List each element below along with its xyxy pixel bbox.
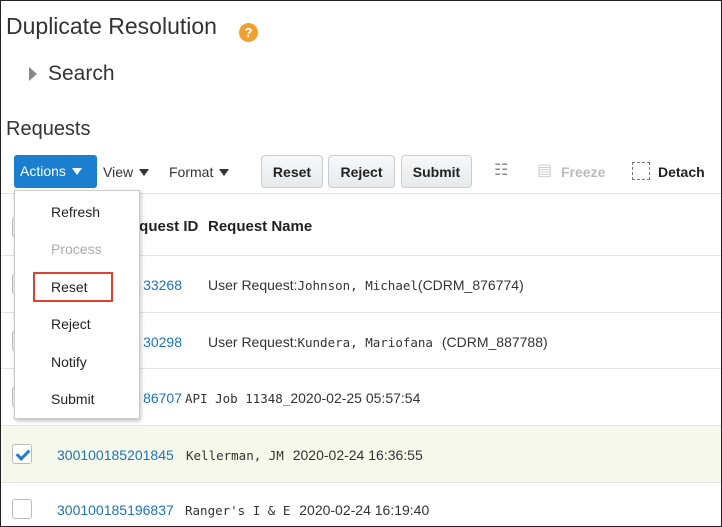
request-name: Johnson, Michael <box>297 278 418 293</box>
submit-button[interactable]: Submit <box>401 155 472 188</box>
section-title: Requests <box>6 118 91 140</box>
detach-button[interactable]: Detach <box>658 164 705 180</box>
freeze-button: Freeze <box>561 164 606 180</box>
actions-dropdown-menu: Refresh Process Reset Reject Notify Subm… <box>14 190 140 419</box>
search-section-toggle[interactable]: Search <box>48 62 115 86</box>
row-checkbox[interactable] <box>12 499 32 519</box>
format-label: Format <box>169 164 214 180</box>
chevron-down-icon <box>139 169 150 176</box>
menu-item-notify[interactable]: Notify <box>51 354 87 370</box>
column-header-name[interactable]: Request Name <box>208 218 312 235</box>
request-date: 2020-02-24 16:36:55 <box>292 447 423 463</box>
row-checkbox[interactable] <box>12 444 32 464</box>
view-menu[interactable]: View <box>103 164 150 180</box>
table-row[interactable]: 300100185201845 Kellerman, JM 2020-02-24… <box>0 425 722 482</box>
request-code: (CDRM_876774) <box>417 277 524 293</box>
request-name: API Job 11348_ <box>185 391 291 406</box>
reject-button[interactable]: Reject <box>328 155 395 188</box>
chevron-down-icon <box>219 169 230 176</box>
request-prefix: User Request: <box>208 277 298 293</box>
query-by-example-icon[interactable]: ☷ <box>494 160 508 180</box>
menu-item-refresh[interactable]: Refresh <box>51 204 100 220</box>
table-row[interactable]: 300100185196837 Ranger's I & E 2020-02-2… <box>0 482 722 527</box>
actions-label: Actions <box>20 163 66 179</box>
request-code: (CDRM_887788) <box>441 334 548 350</box>
request-prefix: User Request: <box>208 334 298 350</box>
request-date: 2020-02-25 05:57:54 <box>290 390 421 406</box>
format-menu[interactable]: Format <box>169 164 230 180</box>
menu-item-submit[interactable]: Submit <box>51 391 95 407</box>
detach-icon[interactable] <box>632 162 650 180</box>
view-label: View <box>103 164 134 180</box>
request-name: Kellerman, JM <box>186 448 284 463</box>
menu-item-reject[interactable]: Reject <box>51 316 91 332</box>
menu-item-process: Process <box>51 241 102 257</box>
request-id-link[interactable]: 300100185196837 <box>57 502 174 518</box>
help-icon[interactable]: ? <box>239 23 258 42</box>
request-name: Kundera, Mariofana <box>297 335 433 350</box>
reset-button[interactable]: Reset <box>261 155 323 188</box>
menu-item-reset[interactable]: Reset <box>51 279 88 295</box>
page-title: Duplicate Resolution <box>6 13 217 39</box>
freeze-icon: ▤ <box>537 162 553 179</box>
actions-menu-button[interactable]: Actions <box>14 155 97 188</box>
request-name: Ranger's I & E <box>185 503 291 518</box>
chevron-down-icon <box>71 168 82 175</box>
request-id-link[interactable]: 300100185201845 <box>57 447 174 463</box>
request-date: 2020-02-24 16:19:40 <box>299 502 430 518</box>
expand-triangle-icon[interactable] <box>29 67 37 81</box>
